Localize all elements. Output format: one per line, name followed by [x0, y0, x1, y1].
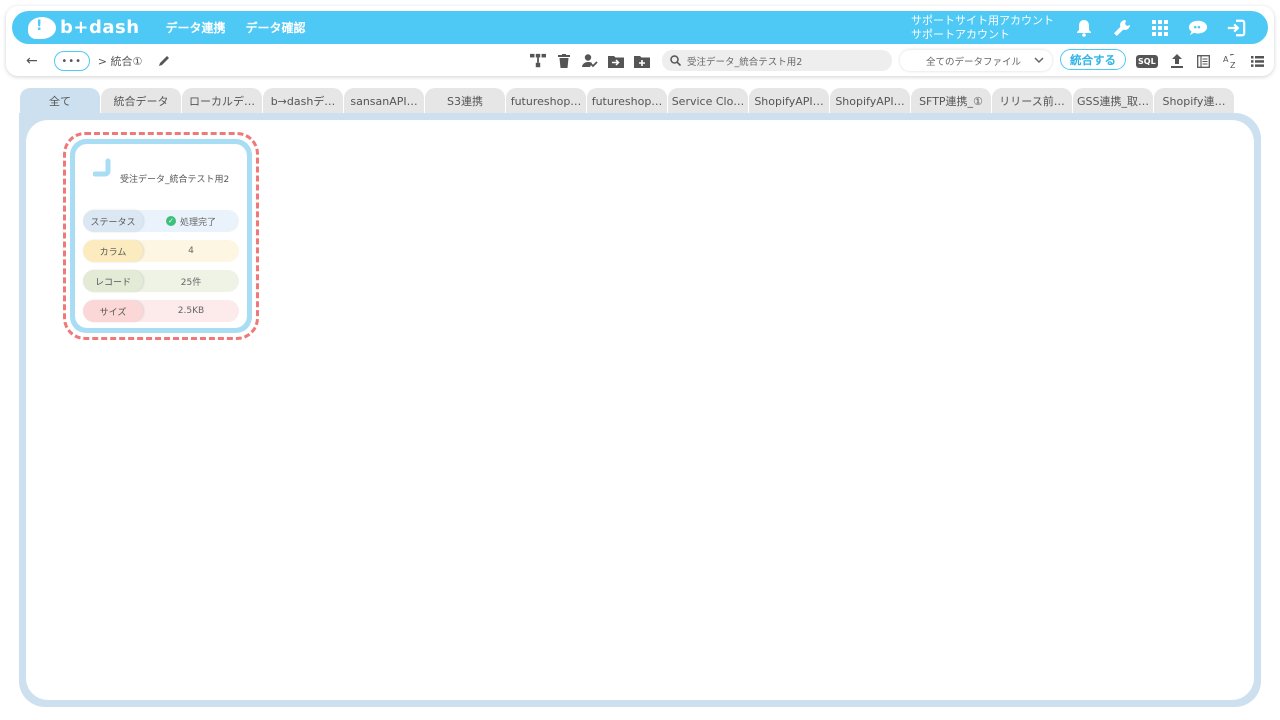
status-label: ステータス: [83, 210, 143, 232]
file-filter-select[interactable]: 全てのデータファイル: [900, 50, 1052, 71]
chevron-down-icon: [1034, 57, 1044, 64]
status-row: ステータス ✓ 処理完了: [83, 210, 239, 232]
column-row: カラム 4: [83, 240, 239, 262]
back-arrow-icon[interactable]: ←: [26, 53, 38, 69]
status-value: ✓ 処理完了: [143, 215, 239, 228]
tab-all[interactable]: 全て: [20, 88, 100, 114]
card-body: 受注データ_統合テスト用2 ステータス ✓ 処理完了 カラム 4 レコード 25…: [75, 144, 247, 328]
header: b+dash データ連携 データ確認 サポートサイト用アカウント サポートアカウ…: [6, 6, 1274, 76]
size-value: 2.5KB: [177, 306, 205, 316]
search-icon: [670, 55, 681, 66]
folder-move-icon[interactable]: [608, 53, 624, 69]
svg-text:Z: Z: [1230, 61, 1236, 69]
record-value: 25件: [180, 277, 202, 288]
data-file-card[interactable]: 受注データ_統合テスト用2 ステータス ✓ 処理完了 カラム 4 レコード 25…: [70, 139, 252, 333]
ai-bubble-icon[interactable]: [1188, 18, 1208, 38]
logout-icon[interactable]: [1226, 18, 1246, 38]
card-title: 受注データ_統合テスト用2: [120, 175, 230, 185]
sub-toolbar: ← ••• > 統合① 受注データ_統合テスト用2 全てのデータファイル 統合す…: [6, 46, 1274, 76]
nav-data-check[interactable]: データ確認: [246, 19, 306, 36]
more-menu-button[interactable]: •••: [53, 51, 90, 71]
document-icon[interactable]: [1196, 53, 1212, 69]
tab-shopify-api-1[interactable]: ShopifyAPI…: [749, 88, 829, 114]
svg-text:A: A: [1223, 55, 1229, 64]
tab-local-data[interactable]: ローカルデ…: [182, 88, 262, 114]
logo-text: b+dash: [60, 17, 140, 38]
nav-data-integration[interactable]: データ連携: [166, 19, 226, 36]
folder-tabs: 全て 統合データ ローカルデ… b→dashデ… sansanAPI… S3連携…: [20, 88, 1234, 114]
list-view-icon[interactable]: [1250, 53, 1266, 69]
edit-pencil-icon[interactable]: [158, 52, 171, 71]
column-label: カラム: [83, 240, 143, 262]
tab-sansan-api[interactable]: sansanAPI…: [344, 88, 424, 114]
user-check-icon[interactable]: [582, 53, 598, 69]
column-value: 4: [188, 246, 194, 256]
merge-button[interactable]: 統合する: [1060, 49, 1126, 70]
tab-shopify-api-2[interactable]: ShopifyAPI…: [830, 88, 910, 114]
check-circle-icon: ✓: [165, 216, 176, 226]
account-name: サポートサイト用アカウント: [911, 13, 1054, 27]
search-value: 受注データ_統合テスト用2: [687, 56, 803, 68]
top-navigation-bar: b+dash データ連携 データ確認 サポートサイト用アカウント サポートアカウ…: [12, 11, 1268, 44]
tab-futureshop-2[interactable]: futureshop…: [587, 88, 667, 114]
tab-futureshop-1[interactable]: futureshop…: [506, 88, 586, 114]
sql-icon[interactable]: SQL: [1136, 54, 1158, 68]
tab-sftp[interactable]: SFTP連携_①: [911, 88, 991, 114]
record-label: レコード: [83, 270, 143, 292]
file-icon: [93, 158, 111, 177]
apps-grid-icon[interactable]: [1150, 18, 1170, 38]
tab-service-cloud[interactable]: Service Clo…: [668, 88, 748, 114]
wrench-icon[interactable]: [1112, 18, 1132, 38]
hierarchy-icon[interactable]: [530, 53, 546, 69]
account-subname: サポートアカウント: [911, 27, 1010, 41]
folder-add-icon[interactable]: [634, 53, 650, 69]
file-filter-value: 全てのデータファイル: [926, 56, 1022, 68]
tab-integrated-data[interactable]: 統合データ: [101, 88, 181, 114]
search-input[interactable]: 受注データ_統合テスト用2: [662, 50, 892, 71]
record-row: レコード 25件: [83, 270, 239, 292]
sort-az-icon[interactable]: AZ: [1223, 53, 1239, 69]
bell-icon[interactable]: [1074, 18, 1094, 38]
card-info-rows: ステータス ✓ 処理完了 カラム 4 レコード 25件 サイズ 2.5KB: [83, 210, 239, 330]
tab-gss[interactable]: GSS連携_取…: [1073, 88, 1153, 114]
account-info[interactable]: サポートサイト用アカウント サポートアカウント: [911, 14, 1054, 42]
top-icons: [1074, 18, 1246, 38]
size-label: サイズ: [83, 300, 143, 322]
upload-icon[interactable]: [1169, 53, 1185, 69]
tab-pre-release[interactable]: リリース前…: [992, 88, 1072, 114]
view-tools: SQL AZ: [1136, 46, 1266, 76]
status-text: 処理完了: [179, 217, 216, 228]
logo-bubble-icon: [28, 16, 56, 39]
size-row: サイズ 2.5KB: [83, 300, 239, 322]
tab-s3[interactable]: S3連携: [425, 88, 505, 114]
trash-icon[interactable]: [556, 53, 572, 69]
tab-bdash-data[interactable]: b→dashデ…: [263, 88, 343, 114]
top-nav: データ連携 データ確認: [166, 19, 306, 36]
logo[interactable]: b+dash: [28, 16, 140, 39]
tab-shopify[interactable]: Shopify連…: [1154, 88, 1234, 114]
breadcrumb: > 統合①: [97, 55, 143, 68]
data-tools: [530, 46, 650, 76]
